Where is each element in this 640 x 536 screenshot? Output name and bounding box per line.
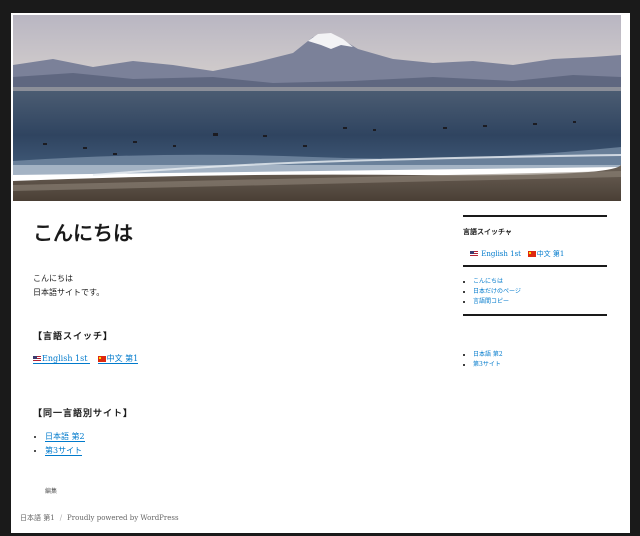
sidebar-site-third[interactable]: 第3サイト	[473, 361, 501, 368]
intro-paragraph: こんにちは 日本語サイトです。	[33, 272, 433, 300]
site-footer: 日本語 第1 / Proudly powered by WordPress	[20, 513, 179, 523]
sidebar: 言語スイッチャ English 1st 中文 第1 こんにちは 日本だけのページ…	[463, 215, 607, 370]
paragraph-line: こんにちは	[33, 274, 73, 283]
list-item: 第3サイト	[45, 444, 433, 458]
sidebar-english-link[interactable]: English 1st	[470, 250, 521, 258]
page-title: こんにちは	[33, 221, 133, 245]
list-item: 言語間コピー	[473, 297, 607, 307]
sidebar-language-links: English 1st 中文 第1	[463, 249, 607, 259]
chinese-link[interactable]: 中文 第1	[97, 354, 139, 364]
divider	[463, 215, 607, 217]
site-link-japanese-2[interactable]: 日本語 第2	[45, 432, 85, 442]
sidebar-sites-list: 日本語 第2 第3サイト	[463, 350, 607, 370]
us-flag-icon	[470, 251, 478, 257]
list-item: こんにちは	[473, 277, 607, 287]
sidebar-page-copy[interactable]: 言語間コピー	[473, 298, 509, 305]
english-link[interactable]: English 1st	[33, 354, 90, 364]
china-flag-icon	[97, 356, 106, 362]
language-switch-links: English 1st 中文 第1	[33, 353, 433, 364]
sidebar-pages-list: こんにちは 日本だけのページ 言語間コピー	[463, 277, 607, 307]
sidebar-chinese-link[interactable]: 中文 第1	[527, 250, 564, 258]
china-flag-icon	[527, 251, 536, 257]
list-item: 第3サイト	[473, 360, 607, 370]
page: こんにちは こんにちは 日本語サイトです。 【言語スイッチ】 English 1…	[0, 0, 640, 536]
language-switch-heading: 【言語スイッチ】	[33, 332, 114, 342]
edit-link[interactable]: 編集	[33, 486, 433, 495]
divider	[463, 314, 607, 316]
site-link-third[interactable]: 第3サイト	[45, 446, 83, 456]
us-flag-icon	[33, 356, 41, 362]
paragraph-line: 日本語サイトです。	[33, 288, 105, 297]
sidebar-page-japan-only[interactable]: 日本だけのページ	[473, 288, 521, 295]
list-item: 日本語 第2	[473, 350, 607, 360]
divider	[463, 265, 607, 267]
powered-by-link[interactable]: Proudly powered by WordPress	[67, 514, 179, 522]
other-sites-list: 日本語 第2 第3サイト	[33, 430, 433, 458]
sidebar-page-hello[interactable]: こんにちは	[473, 278, 503, 285]
footer-separator: /	[59, 514, 63, 522]
footer-site-name[interactable]: 日本語 第1	[20, 514, 55, 522]
list-item: 日本語 第2	[45, 430, 433, 444]
language-switcher-title: 言語スイッチャ	[463, 227, 512, 236]
other-sites-heading: 【同一言語別サイト】	[33, 409, 134, 419]
header-image	[13, 15, 621, 201]
sidebar-site-japanese-2[interactable]: 日本語 第2	[473, 351, 503, 358]
list-item: 日本だけのページ	[473, 287, 607, 297]
main-content: こんにちは こんにちは 日本語サイトです。 【言語スイッチ】 English 1…	[33, 219, 433, 495]
site-card: こんにちは こんにちは 日本語サイトです。 【言語スイッチ】 English 1…	[11, 13, 630, 533]
